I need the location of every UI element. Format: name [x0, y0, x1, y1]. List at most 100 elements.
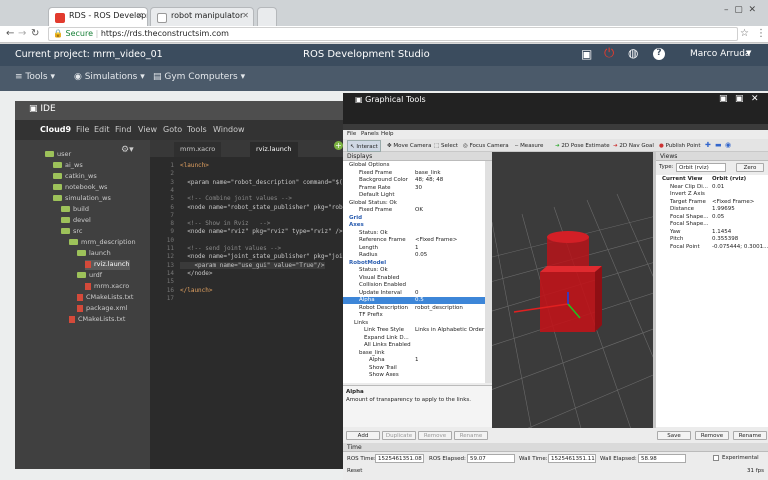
view-property-row[interactable]: Target Frame <Fixed Frame> — [656, 199, 768, 206]
tool-2d-nav-goal[interactable]: ➜ 2D Nav Goal — [611, 140, 656, 152]
tree-folder[interactable]: simulation_ws — [53, 194, 111, 204]
code-editor[interactable]: mrm.xacro rviz.launch + 1 <launch> 2 3 <par… — [150, 140, 346, 469]
display-property-row[interactable]: Update Interval 0 — [343, 290, 485, 297]
view-property-row[interactable]: Invert Z Axis — [656, 191, 768, 198]
gear-icon[interactable]: ⚙▾ — [121, 145, 134, 155]
rename-display-button[interactable]: Rename — [454, 431, 488, 440]
duplicate-display-button[interactable]: Duplicate — [382, 431, 416, 440]
display-property-row[interactable]: Show Axes — [343, 372, 485, 379]
display-property-row[interactable]: TF Prefix — [343, 312, 485, 319]
bookmark-star-icon[interactable]: ☆ — [740, 28, 749, 39]
close-icon[interactable]: ✕ — [751, 94, 759, 104]
maximize-icon[interactable]: ▢ — [734, 5, 743, 15]
display-property-row[interactable]: Length 1 — [343, 245, 485, 252]
display-property-row[interactable]: Background Color 48; 48; 48 — [343, 177, 485, 184]
display-property-row[interactable]: Axes — [343, 222, 485, 229]
display-property-row[interactable]: Alpha 0.5 — [343, 297, 485, 304]
display-property-row[interactable]: Alpha 1 — [343, 357, 485, 364]
close-tab-icon[interactable]: ✕ — [242, 11, 249, 20]
tree-folder[interactable]: ai_ws — [53, 161, 83, 171]
gym-computers-menu[interactable]: ▤ Gym Computers ▾ — [153, 72, 245, 82]
ide-menu-find[interactable]: Find — [115, 125, 131, 134]
display-property-row[interactable]: Grid — [343, 215, 485, 222]
rviz-menu-file[interactable]: File — [347, 131, 356, 137]
view-property-row[interactable]: Pitch 0.355398 — [656, 236, 768, 243]
tree-file[interactable]: package.xml — [77, 304, 128, 314]
rviz-menu-help[interactable]: Help — [381, 131, 394, 137]
display-property-row[interactable]: Visual Enabled — [343, 275, 485, 282]
tree-file[interactable]: rviz.launch — [85, 260, 130, 270]
view-property-row[interactable]: Focal Shape... 0.05 — [656, 214, 768, 221]
back-icon[interactable]: ← — [6, 28, 14, 39]
maximize-icon[interactable]: ▣ — [719, 94, 728, 104]
editor-tab-rviz-launch[interactable]: rviz.launch — [250, 142, 298, 157]
display-property-row[interactable]: Links — [343, 320, 485, 327]
tool-move-camera[interactable]: ✥ Move Camera — [385, 140, 433, 152]
display-property-row[interactable]: Frame Rate 30 — [343, 185, 485, 192]
tool-focus-camera[interactable]: ◎ Focus Camera — [461, 140, 511, 152]
view-property-row[interactable]: Distance 1.99695 — [656, 206, 768, 213]
new-tab-button[interactable] — [257, 7, 277, 26]
ide-menu-window[interactable]: Window — [213, 125, 245, 134]
globe-icon[interactable]: ◍ — [628, 46, 638, 60]
tree-folder[interactable]: launch — [77, 249, 111, 259]
view-property-row[interactable]: Focal Shape... — [656, 221, 768, 228]
ide-menu-goto[interactable]: Goto — [163, 125, 182, 134]
ide-menu-view[interactable]: View — [138, 125, 157, 134]
display-property-row[interactable]: Reference Frame <Fixed Frame> — [343, 237, 485, 244]
save-icon[interactable]: ▣ — [581, 47, 592, 61]
restore-icon[interactable]: ▣ — [735, 94, 744, 104]
minimize-icon[interactable]: – — [724, 5, 729, 15]
display-property-row[interactable]: Fixed Frame OK — [343, 207, 485, 214]
tree-folder[interactable]: catkin_ws — [53, 172, 97, 182]
tool-measure[interactable]: ┄ Measure — [513, 140, 545, 152]
browser-tab-rds[interactable]: RDS - ROS Developm ✕ — [48, 7, 148, 26]
experimental-checkbox[interactable] — [713, 455, 719, 461]
view-property-row[interactable]: Near Clip Di... 0.01 — [656, 184, 768, 191]
display-property-row[interactable]: Status: Ok — [343, 230, 485, 237]
tree-folder[interactable]: devel — [61, 216, 91, 226]
save-view-button[interactable]: Save — [657, 431, 691, 440]
browser-tab-robot-manipulator[interactable]: robot manipulator ✕ — [150, 7, 254, 26]
help-icon[interactable]: ? — [653, 48, 665, 60]
close-window-icon[interactable]: ✕ — [748, 5, 756, 15]
display-property-row[interactable]: Global Status: Ok — [343, 200, 485, 207]
tree-folder[interactable]: build — [61, 205, 89, 215]
3d-viewport[interactable] — [492, 152, 653, 428]
ide-titlebar[interactable]: ▣ IDE — [15, 101, 344, 120]
add-tab-icon[interactable]: + — [334, 141, 343, 150]
display-property-row[interactable]: base_link — [343, 350, 485, 357]
display-property-row[interactable]: Link Tree Style Links in Alphabetic Order — [343, 327, 485, 334]
view-type-select[interactable]: Orbit (rviz) — [676, 163, 726, 172]
ide-menu-file[interactable]: File — [76, 125, 89, 134]
camera-tool-icon[interactable]: ◉ — [725, 141, 731, 149]
tree-file[interactable]: mrm.xacro — [85, 282, 129, 292]
url-input[interactable]: 🔒 Secure | https://rds.theconstructsim.c… — [48, 27, 738, 41]
display-property-row[interactable]: Fixed Frame base_link — [343, 170, 485, 177]
ide-menu-edit[interactable]: Edit — [94, 125, 110, 134]
display-property-row[interactable]: Radius 0.05 — [343, 252, 485, 259]
display-property-row[interactable]: All Links Enabled — [343, 342, 485, 349]
display-property-row[interactable]: Default Light — [343, 192, 485, 199]
tree-folder[interactable]: mrm_description — [69, 238, 136, 248]
tree-folder[interactable]: user — [45, 150, 71, 160]
tool-2d-pose-estimate[interactable]: ➜ 2D Pose Estimate — [553, 140, 612, 152]
display-property-row[interactable]: Expand Link D... — [343, 335, 485, 342]
tree-file[interactable]: CMakeLists.txt — [77, 293, 133, 303]
display-property-row[interactable]: Status: Ok — [343, 267, 485, 274]
view-property-row[interactable]: Current View Orbit (rviz) — [656, 176, 768, 183]
reset-button[interactable]: Reset — [347, 468, 362, 474]
ide-menu-cloud9[interactable]: Cloud9 — [40, 125, 71, 134]
display-property-row[interactable]: Robot Description robot_description — [343, 305, 485, 312]
tree-folder[interactable]: urdf — [77, 271, 102, 281]
display-property-row[interactable]: Show Trail — [343, 365, 485, 372]
reload-icon[interactable]: ↻ — [31, 28, 39, 39]
tree-file[interactable]: CMakeLists.txt — [69, 315, 125, 325]
add-tool-icon[interactable]: ✚ — [705, 141, 711, 149]
graphical-tools-titlebar[interactable]: ▣ Graphical Tools ▣ ▣ ✕ — [343, 93, 768, 107]
display-property-row[interactable]: Collision Enabled — [343, 282, 485, 289]
zero-button[interactable]: Zero — [736, 163, 764, 172]
close-tab-icon[interactable]: ✕ — [136, 11, 143, 20]
view-property-row[interactable]: Yaw 1.1454 — [656, 229, 768, 236]
add-display-button[interactable]: Add — [346, 431, 380, 440]
